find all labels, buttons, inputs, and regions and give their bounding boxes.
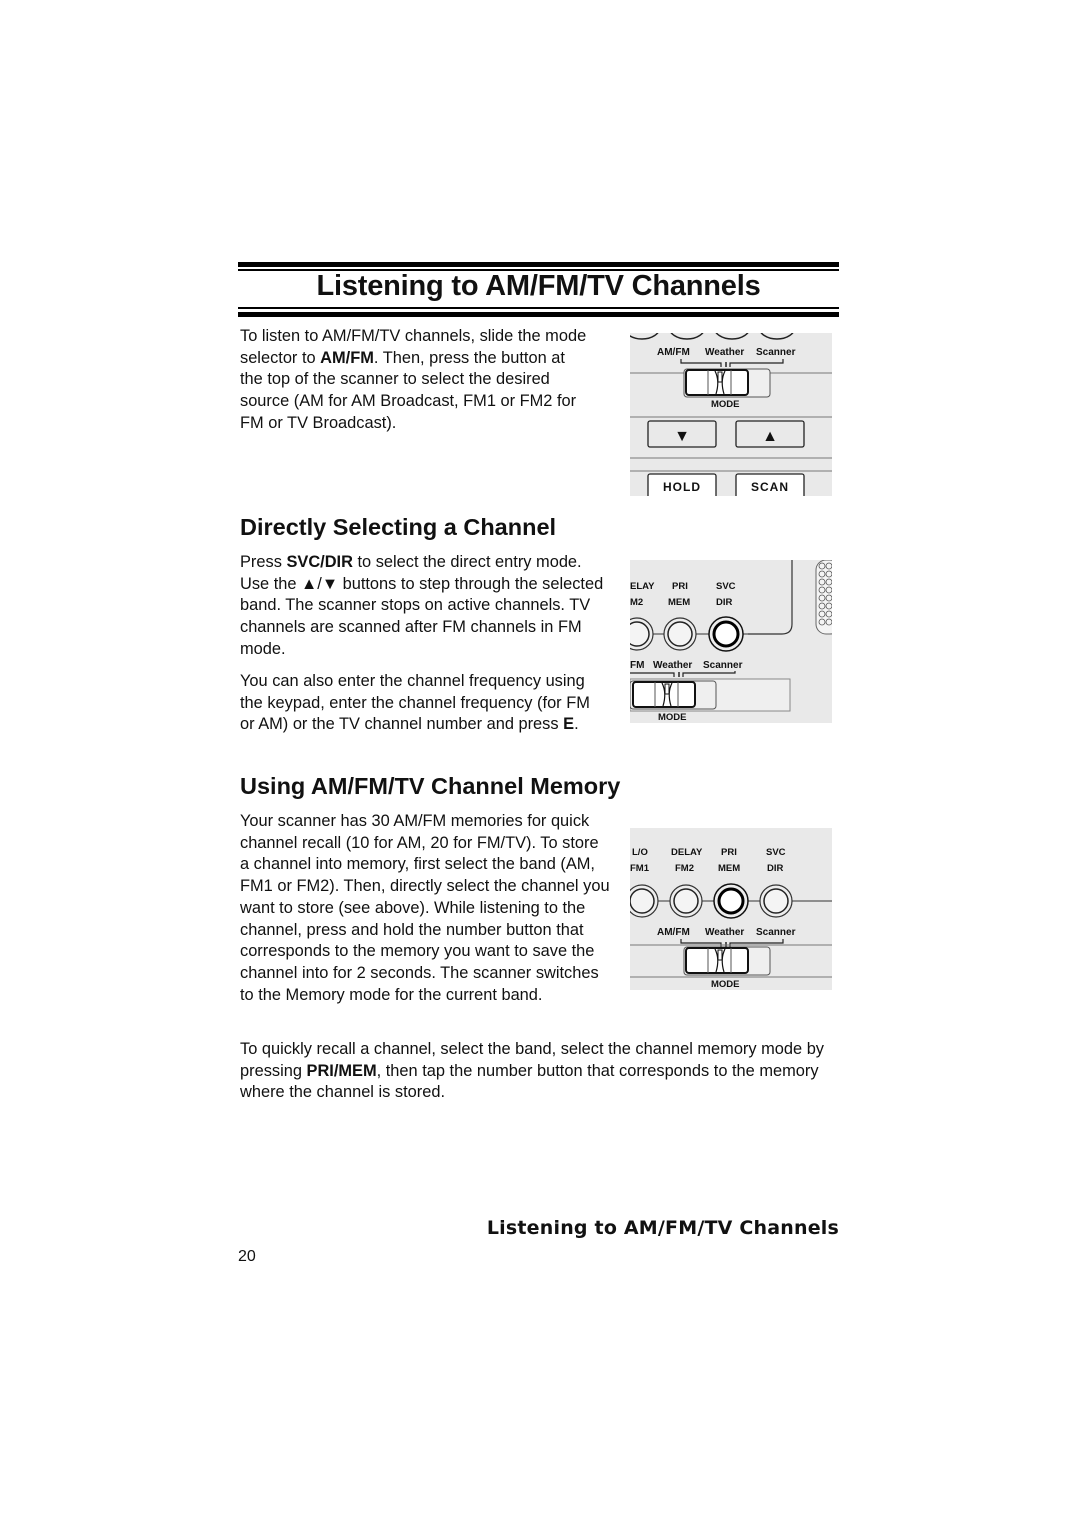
label-svc: SVC xyxy=(766,847,786,858)
intro-paragraph: To listen to AM/FM/TV channels, slide th… xyxy=(240,326,590,435)
direct-p2-text: You can also enter the channel frequency… xyxy=(240,672,590,734)
button-pri-mem[interactable] xyxy=(713,883,749,919)
mode-caption: MODE xyxy=(711,979,740,990)
label-fm1: FM1 xyxy=(630,863,650,874)
button-delay-fm2[interactable] xyxy=(669,884,703,918)
mode-label-amfm: AM/FM xyxy=(657,347,690,358)
mode-label-scanner: Scanner xyxy=(756,927,796,938)
label-pri: PRI xyxy=(672,581,688,592)
button-svc-dir[interactable] xyxy=(708,616,744,652)
down-arrow-icon: ▼ xyxy=(674,428,690,445)
label-svc: SVC xyxy=(716,581,736,592)
label-mem: MEM xyxy=(668,597,690,608)
mode-slider[interactable] xyxy=(683,368,771,398)
direct-p1-text: Press xyxy=(240,553,287,571)
mode-label-scanner: Scanner xyxy=(756,347,796,358)
direct-p2-bold-e: E xyxy=(563,715,575,734)
hold-button-label: HOLD xyxy=(663,480,701,494)
mode-label-weather: Weather xyxy=(653,660,692,671)
direct-paragraph-1: Press SVC/DIR to select the direct entry… xyxy=(240,552,605,661)
up-button[interactable]: ▲ xyxy=(735,420,805,448)
mode-label-scanner: Scanner xyxy=(703,660,743,671)
direct-paragraph-2: You can also enter the channel frequency… xyxy=(240,671,605,736)
figure-mode-selector: AM/FM Weather Scanner MODE ▼ ▲ HOLD SCAN xyxy=(630,333,832,496)
page-title: Listening to AM/FM/TV Channels xyxy=(316,270,761,302)
mode-slider[interactable] xyxy=(683,946,771,976)
down-button[interactable]: ▼ xyxy=(647,420,717,448)
memory-paragraph-2: To quickly recall a channel, select the … xyxy=(240,1039,830,1104)
footer-section-title: Listening to AM/FM/TV Channels xyxy=(486,1217,839,1239)
figure-svc-dir-drawing: ELAY PRI SVC M2 MEM DIR FM Weather Scann… xyxy=(630,560,832,723)
label-pri: PRI xyxy=(721,847,737,858)
up-arrow-icon: ▲ xyxy=(762,428,778,445)
title-rule-bottom-thin xyxy=(238,307,839,309)
scan-button[interactable]: SCAN xyxy=(735,473,805,496)
heading-directly-selecting: Directly Selecting a Channel xyxy=(240,514,557,540)
mode-label-weather: Weather xyxy=(705,927,744,938)
scan-button-label: SCAN xyxy=(751,480,789,494)
mode-label-fm: FM xyxy=(630,660,644,671)
label-dir: DIR xyxy=(767,863,784,874)
page-number: 20 xyxy=(238,1248,256,1265)
figure-mode-selector-drawing: AM/FM Weather Scanner MODE ▼ ▲ HOLD SCAN xyxy=(630,333,832,496)
label-delay: ELAY xyxy=(630,581,655,592)
label-delay: DELAY xyxy=(671,847,703,858)
figure-pri-mem-drawing: L/O DELAY PRI SVC FM1 FM2 MEM DIR AM/FM … xyxy=(630,847,832,990)
label-fm2: FM2 xyxy=(675,863,694,874)
heading-channel-memory: Using AM/FM/TV Channel Memory xyxy=(240,773,621,799)
hold-button[interactable]: HOLD xyxy=(647,473,717,496)
direct-p1-bold-svcdir: SVC/DIR xyxy=(286,553,353,571)
title-rule-top-thick xyxy=(238,262,839,267)
label-dir: DIR xyxy=(716,597,733,608)
mode-label-weather: Weather xyxy=(705,347,744,358)
mode-caption: MODE xyxy=(658,712,687,723)
label-lo: L/O xyxy=(632,847,648,858)
mode-slider[interactable] xyxy=(630,680,717,710)
mode-label-amfm: AM/FM xyxy=(657,927,690,938)
button-pri-mem[interactable] xyxy=(663,617,697,651)
figure-pri-mem-button: L/O DELAY PRI SVC FM1 FM2 MEM DIR AM/FM … xyxy=(630,828,832,990)
label-fm2: M2 xyxy=(630,597,643,608)
memory-p2-bold-primem: PRI/MEM xyxy=(306,1061,377,1080)
title-rule-bottom-thick xyxy=(238,312,839,317)
label-mem: MEM xyxy=(718,863,740,874)
button-lo-fm1[interactable] xyxy=(630,884,659,918)
direct-p2-text-end: . xyxy=(574,715,579,734)
mode-caption: MODE xyxy=(711,399,740,410)
intro-bold-amfm: AM/FM xyxy=(320,348,374,367)
memory-paragraph-1: Your scanner has 30 AM/FM memories for q… xyxy=(240,812,610,1004)
figure-svc-dir-button: ELAY PRI SVC M2 MEM DIR FM Weather Scann… xyxy=(630,560,832,723)
button-svc-dir[interactable] xyxy=(759,884,793,918)
